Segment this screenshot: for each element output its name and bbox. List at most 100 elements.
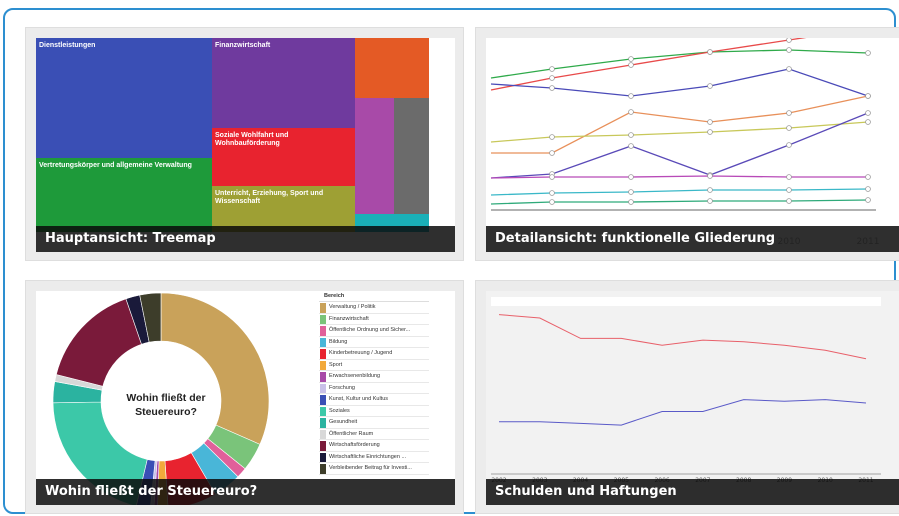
detail-point <box>865 174 871 180</box>
detail-point <box>786 66 792 72</box>
legend-item[interactable]: Wirtschaftliche Einrichtungen ... <box>319 452 429 463</box>
legend-item[interactable]: Verwaltung / Politik <box>319 302 429 314</box>
donut-caption[interactable]: Wohin fließt der Steuereuro? <box>36 479 455 505</box>
detail-point <box>707 187 713 193</box>
legend-swatch <box>320 464 326 474</box>
legend-swatch <box>320 429 326 439</box>
detail-point <box>707 83 713 89</box>
donut-view[interactable]: Wohin fließt der Steuereuro? Bereich Ver… <box>36 291 455 505</box>
detail-card[interactable]: 20102011 Detailansicht: funktionelle Gli… <box>475 27 899 261</box>
detail-point <box>865 110 871 116</box>
legend-item[interactable]: Verbleibender Beitrag für Investi... <box>319 463 429 475</box>
detail-point <box>549 75 555 81</box>
detail-point <box>549 134 555 140</box>
detail-series-line <box>490 121 869 143</box>
legend-item[interactable]: Soziales <box>319 406 429 417</box>
detail-series-line <box>491 95 869 154</box>
donut-center-title: Wohin fließt der Steuereuro? <box>111 391 221 419</box>
legend-item[interactable]: Sport <box>319 360 429 371</box>
legend-swatch <box>320 383 326 393</box>
detail-point <box>707 198 713 204</box>
detail-point <box>628 199 634 205</box>
legend-item[interactable]: Öffentlicher Raum <box>319 429 429 440</box>
treemap-cell-verwaltung[interactable]: Vertretungskörper und allgemeine Verwalt… <box>36 158 212 232</box>
detail-point <box>865 186 871 192</box>
detail-point <box>865 93 871 99</box>
legend-item[interactable]: Erwachsenenbildung <box>319 371 429 383</box>
legend-swatch <box>320 418 326 428</box>
detail-point <box>628 174 634 180</box>
detail-point <box>628 109 634 115</box>
donut-slice[interactable] <box>160 292 270 445</box>
detail-point <box>628 56 634 62</box>
legend-label: Wirtschaftliche Einrichtungen ... <box>329 453 407 460</box>
treemap-card[interactable]: Dienstleistungen Finanzwirtschaft Vertre… <box>25 27 464 261</box>
legend-label: Kinderbetreuung / Jugend <box>329 350 393 356</box>
treemap-cell-orange[interactable] <box>355 38 429 98</box>
detail-point <box>865 197 871 203</box>
detail-caption[interactable]: Detailansicht: funktionelle Gliederung <box>486 226 899 252</box>
legend-item[interactable]: Forschung <box>319 383 429 394</box>
detail-series-line <box>490 199 869 205</box>
legend-swatch <box>320 452 326 462</box>
treemap-cell-dienstleistungen[interactable]: Dienstleistungen <box>36 38 212 158</box>
detail-point <box>786 187 792 193</box>
debt-line-chart: 2002200320042005200620072008200920102011 <box>491 297 881 484</box>
legend-item[interactable]: Gesundheit <box>319 417 429 429</box>
legend-item[interactable]: Bildung <box>319 337 429 348</box>
detail-point <box>786 142 792 148</box>
treemap-cell-finanzwirtschaft[interactable]: Finanzwirtschaft <box>212 38 355 128</box>
detail-point <box>707 49 713 55</box>
legend-swatch <box>320 395 326 405</box>
donut-slice[interactable] <box>55 298 142 387</box>
detail-series-line <box>490 38 807 91</box>
donut-card[interactable]: Wohin fließt der Steuereuro? Bereich Ver… <box>25 280 464 514</box>
legend-swatch <box>320 360 326 370</box>
treemap-cell-soziale-wohlfahrt[interactable]: Soziale Wohlfahrt und Wohnbauförderung <box>212 128 355 186</box>
detail-point <box>707 129 713 135</box>
detail-point <box>549 174 555 180</box>
treemap-caption[interactable]: Hauptansicht: Treemap <box>36 226 455 252</box>
detail-point <box>786 198 792 204</box>
debt-series-line <box>499 399 867 426</box>
detail-point <box>549 66 555 72</box>
detail-point <box>786 174 792 180</box>
detail-series-line <box>490 49 869 79</box>
legend-swatch <box>320 314 326 324</box>
legend-swatch <box>320 349 326 359</box>
legend-item[interactable]: Wirtschaftsförderung <box>319 440 429 452</box>
detail-point <box>786 38 792 43</box>
legend-label: Erwachsenenbildung <box>329 373 381 379</box>
detail-chart[interactable]: 20102011 Detailansicht: funktionelle Gli… <box>486 38 899 252</box>
detail-point <box>786 125 792 131</box>
legend-swatch <box>320 372 326 382</box>
detail-point <box>628 62 634 68</box>
detail-point <box>628 143 634 149</box>
legend-label: Bildung <box>329 338 348 345</box>
legend-item[interactable]: Finanzwirtschaft <box>319 314 429 325</box>
donut-center-line-2: Steuereuro? <box>135 406 197 418</box>
dashboard-frame: Dienstleistungen Finanzwirtschaft Vertre… <box>3 8 899 514</box>
detail-point <box>549 199 555 205</box>
legend-label: Forschung <box>329 384 355 391</box>
legend-label: Verwaltung / Politik <box>329 304 376 310</box>
legend-label: Gesundheit <box>329 419 358 425</box>
detail-point <box>628 132 634 138</box>
debt-top-band <box>491 297 881 306</box>
legend-item[interactable]: Öffentliche Ordnung und Sicher... <box>319 325 429 337</box>
legend-label: Kunst, Kultur und Kultus <box>329 396 389 402</box>
detail-series-line <box>490 188 869 196</box>
legend-item[interactable]: Kunst, Kultur und Kultus <box>319 394 429 406</box>
treemap-cell-label: Finanzwirtschaft <box>215 42 271 49</box>
debt-caption[interactable]: Schulden und Haftungen <box>486 479 899 505</box>
legend-label: Wirtschaftsförderung <box>329 442 380 448</box>
debt-card[interactable]: 2002200320042005200620072008200920102011… <box>475 280 899 514</box>
treemap-cell-purple[interactable] <box>355 98 394 214</box>
treemap-cell-label: Dienstleistungen <box>39 42 96 49</box>
debt-chart[interactable]: 2002200320042005200620072008200920102011… <box>486 291 899 505</box>
treemap-view[interactable]: Dienstleistungen Finanzwirtschaft Vertre… <box>36 38 455 252</box>
treemap-cell-gray[interactable] <box>394 98 429 214</box>
detail-line-chart: 20102011 <box>490 38 879 247</box>
legend-item[interactable]: Kinderbetreuung / Jugend <box>319 348 429 360</box>
treemap-cell-label: Soziale Wohlfahrt und Wohnbauförderung <box>215 132 289 147</box>
